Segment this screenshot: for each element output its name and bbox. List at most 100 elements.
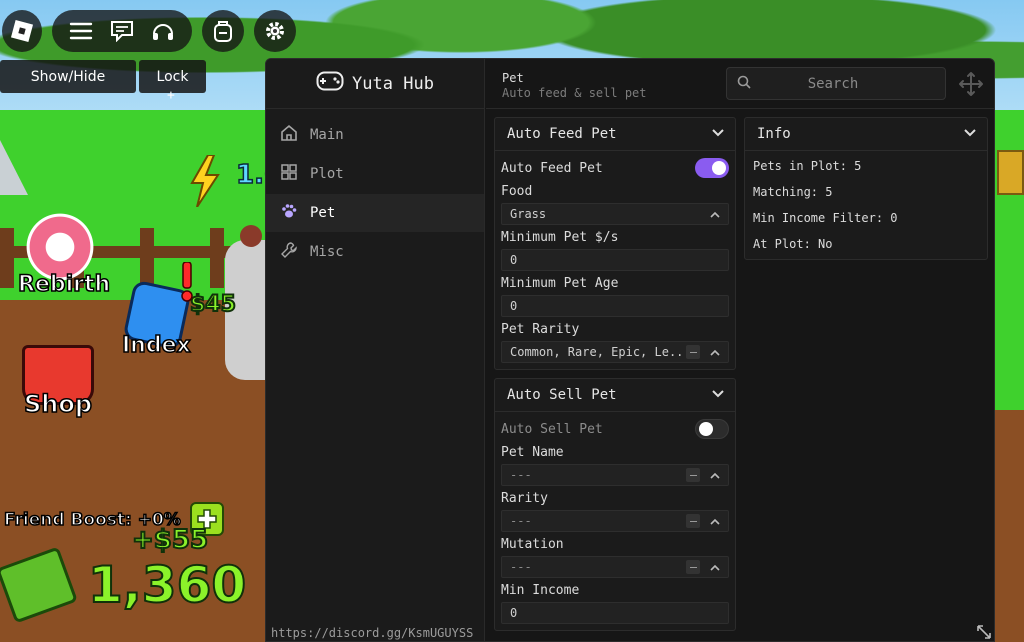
pet-name-value: --- <box>510 468 532 482</box>
home-icon <box>280 124 298 146</box>
chevron-down-icon[interactable] <box>711 126 725 142</box>
auto-sell-body: Auto Sell Pet Pet Name --- Rarity --- Mu… <box>495 412 735 630</box>
right-column: Info Pets in Plot: 5 Matching: 5 Min Inc… <box>744 117 988 268</box>
shop-label[interactable]: Shop <box>23 389 93 419</box>
menu-icon[interactable] <box>69 21 93 41</box>
food-label: Food <box>501 184 533 199</box>
discord-link[interactable]: https://discord.gg/KsmUGUYSS <box>271 626 473 640</box>
food-dropdown[interactable]: Grass <box>501 203 729 225</box>
index-label[interactable]: Index <box>121 332 191 359</box>
nav-item-plot[interactable]: Plot <box>266 155 484 193</box>
min-age-value: 0 <box>510 299 518 313</box>
roblox-topbar-pill <box>52 10 192 52</box>
grid-icon <box>280 163 298 185</box>
pet-rarity-dropdown[interactable]: Common, Rare, Epic, Le... <box>501 341 729 363</box>
min-pet-label: Minimum Pet $/s <box>501 230 619 245</box>
search-icon <box>737 74 751 93</box>
hub-header: Pet Auto feed & sell pet Search <box>486 59 994 109</box>
search-input[interactable]: Search <box>726 67 946 100</box>
card-title: Info <box>757 126 791 142</box>
nav-item-main[interactable]: Main <box>266 116 484 154</box>
nav-label: Main <box>310 127 344 143</box>
clear-selection-button[interactable] <box>686 514 700 528</box>
chevron-up-icon[interactable] <box>708 514 722 528</box>
left-column: Auto Feed Pet Auto Feed Pet Food Grass M… <box>494 117 736 639</box>
backpack-button[interactable] <box>202 10 244 52</box>
auto-feed-row: Auto Feed Pet <box>501 157 729 179</box>
alert-icon <box>180 261 194 302</box>
chevron-down-icon[interactable] <box>963 126 977 142</box>
chevron-up-icon[interactable] <box>708 560 722 574</box>
auto-feed-toggle[interactable] <box>695 158 729 178</box>
min-income-input[interactable]: 0 <box>501 602 729 624</box>
chevron-up-icon[interactable] <box>708 345 722 359</box>
info-line: Matching: 5 <box>753 185 833 199</box>
mutation-value: --- <box>510 560 532 574</box>
info-line: At Plot: No <box>753 237 833 251</box>
move-handle-icon[interactable] <box>958 71 984 97</box>
info-body: Pets in Plot: 5 Matching: 5 Min Income F… <box>745 151 987 259</box>
info-header[interactable]: Info <box>745 118 987 151</box>
food-value: Grass <box>510 207 547 221</box>
rarity-value: --- <box>510 514 532 528</box>
search-placeholder: Search <box>807 75 859 92</box>
mutation-dropdown[interactable]: --- <box>501 556 729 578</box>
pet-name-dropdown[interactable]: --- <box>501 464 729 486</box>
min-income-value: 0 <box>510 606 518 620</box>
roblox-menu-button[interactable] <box>2 10 42 52</box>
auto-feed-header[interactable]: Auto Feed Pet <box>495 118 735 151</box>
gear-icon <box>263 19 287 43</box>
auto-feed-card: Auto Feed Pet Auto Feed Pet Food Grass M… <box>494 117 736 370</box>
money-counter: 1,360 <box>87 555 247 615</box>
paw-icon <box>280 202 298 224</box>
auto-sell-toggle[interactable] <box>695 419 729 439</box>
mouse-cursor: + <box>167 88 175 103</box>
section-title: Pet <box>502 71 524 85</box>
rarity-dropdown[interactable]: --- <box>501 510 729 532</box>
auto-sell-card: Auto Sell Pet Auto Sell Pet Pet Name ---… <box>494 378 736 631</box>
auto-feed-toggle-label: Auto Feed Pet <box>501 160 603 176</box>
nav-item-misc[interactable]: Misc <box>266 233 484 271</box>
min-pet-input[interactable]: 0 <box>501 249 729 271</box>
rebirth-label[interactable]: Rebirth <box>17 271 111 298</box>
card-title: Auto Sell Pet <box>507 387 617 403</box>
info-card: Info Pets in Plot: 5 Matching: 5 Min Inc… <box>744 117 988 260</box>
hub-brand: Yuta Hub <box>266 59 484 109</box>
nav-item-pet[interactable]: Pet <box>266 194 484 232</box>
pet-head <box>240 225 262 247</box>
headset-icon[interactable] <box>151 20 175 42</box>
hub-sidebar: Yuta Hub Main Plot Pet Misc <box>266 59 485 641</box>
chevron-down-icon[interactable] <box>711 387 725 403</box>
gamepad-icon <box>316 71 344 96</box>
nav-label: Pet <box>310 205 336 221</box>
min-pet-value: 0 <box>510 253 518 267</box>
settings-button[interactable] <box>254 10 296 52</box>
gain-text: +$55 <box>131 524 209 556</box>
clear-selection-button[interactable] <box>686 468 700 482</box>
min-income-label: Min Income <box>501 583 580 598</box>
mutation-label: Mutation <box>501 537 564 552</box>
toggle-knob <box>712 161 726 175</box>
lightning-icon <box>188 154 222 211</box>
chevron-up-icon[interactable] <box>708 468 722 482</box>
backpack-icon <box>212 19 234 43</box>
pet-rarity-value: Common, Rare, Epic, Le... <box>510 345 686 359</box>
chevron-up-icon[interactable] <box>708 207 722 221</box>
auto-sell-header[interactable]: Auto Sell Pet <box>495 379 735 412</box>
chat-icon[interactable] <box>110 20 134 42</box>
clear-selection-button[interactable] <box>686 345 700 359</box>
hay-bale <box>997 150 1024 195</box>
yuta-hub-window: Yuta Hub Main Plot Pet Misc Pet Auto fee… <box>265 58 995 642</box>
clear-selection-button[interactable] <box>686 560 700 574</box>
section-subtitle: Auto feed & sell pet <box>502 86 647 100</box>
wrench-icon <box>280 241 298 263</box>
min-age-input[interactable]: 0 <box>501 295 729 317</box>
pet-rarity-label: Pet Rarity <box>501 322 580 337</box>
toggle-knob <box>699 422 713 436</box>
resize-icon[interactable] <box>976 624 992 640</box>
show-hide-button[interactable]: Show/Hide <box>0 60 136 93</box>
hub-title: Yuta Hub <box>352 73 434 94</box>
info-line: Min Income Filter: 0 <box>753 211 898 225</box>
floating-cash: $45 <box>189 291 237 318</box>
info-line: Pets in Plot: 5 <box>753 159 862 173</box>
